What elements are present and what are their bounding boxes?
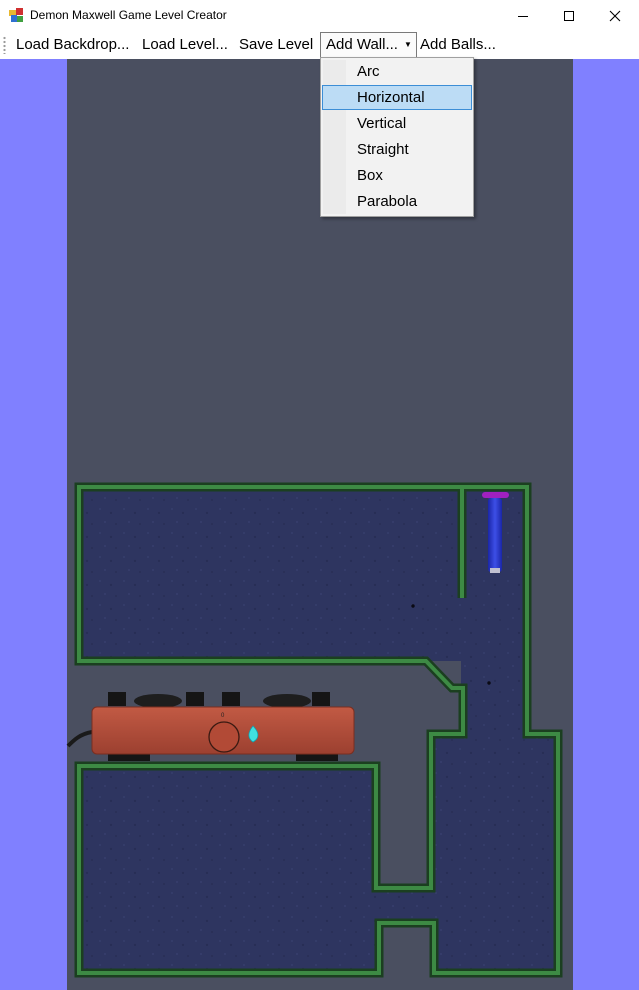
menu-add-wall[interactable]: Add Wall... ▼ (320, 32, 417, 58)
menu-add-balls[interactable]: Add Balls... (420, 36, 496, 53)
minimize-button[interactable] (500, 0, 546, 31)
menu-option-label: Box (357, 167, 383, 184)
menu-load-level[interactable]: Load Level... (142, 36, 228, 53)
menu-option-arc[interactable]: Arc (323, 60, 469, 84)
menu-option-box[interactable]: Box (323, 164, 469, 188)
dropdown-caret-icon: ▼ (403, 40, 412, 50)
window-title: Demon Maxwell Game Level Creator (30, 8, 227, 22)
menu-option-label: Vertical (357, 115, 407, 132)
minimize-icon (518, 15, 528, 17)
knob-icon[interactable] (208, 721, 240, 753)
menu-option-straight[interactable]: Straight (323, 138, 469, 162)
close-icon (609, 10, 621, 21)
add-wall-dropdown: Arc Horizontal Vertical Straight Box Par… (320, 57, 474, 217)
menu-load-backdrop[interactable]: Load Backdrop... (16, 36, 129, 53)
menu-option-label: Arc (357, 63, 380, 80)
maximize-icon (564, 10, 574, 21)
title-bar: Demon Maxwell Game Level Creator (0, 0, 639, 31)
app-icon (9, 8, 23, 22)
menu-add-wall-label: Add Wall... (326, 36, 398, 53)
menu-option-horizontal[interactable]: Horizontal (322, 85, 472, 110)
menu-option-label: Straight (357, 141, 409, 158)
menu-save-level[interactable]: Save Level (239, 36, 313, 53)
menu-option-vertical[interactable]: Vertical (323, 112, 469, 136)
menu-option-parabola[interactable]: Parabola (323, 190, 469, 214)
menu-option-label: Parabola (357, 193, 418, 210)
menu-bar: Load Backdrop... Load Level... Save Leve… (0, 31, 639, 59)
menu-option-label: Horizontal (357, 89, 425, 106)
toolbar-grip[interactable] (3, 36, 6, 54)
close-button[interactable] (592, 0, 638, 31)
maximize-button[interactable] (546, 0, 592, 31)
